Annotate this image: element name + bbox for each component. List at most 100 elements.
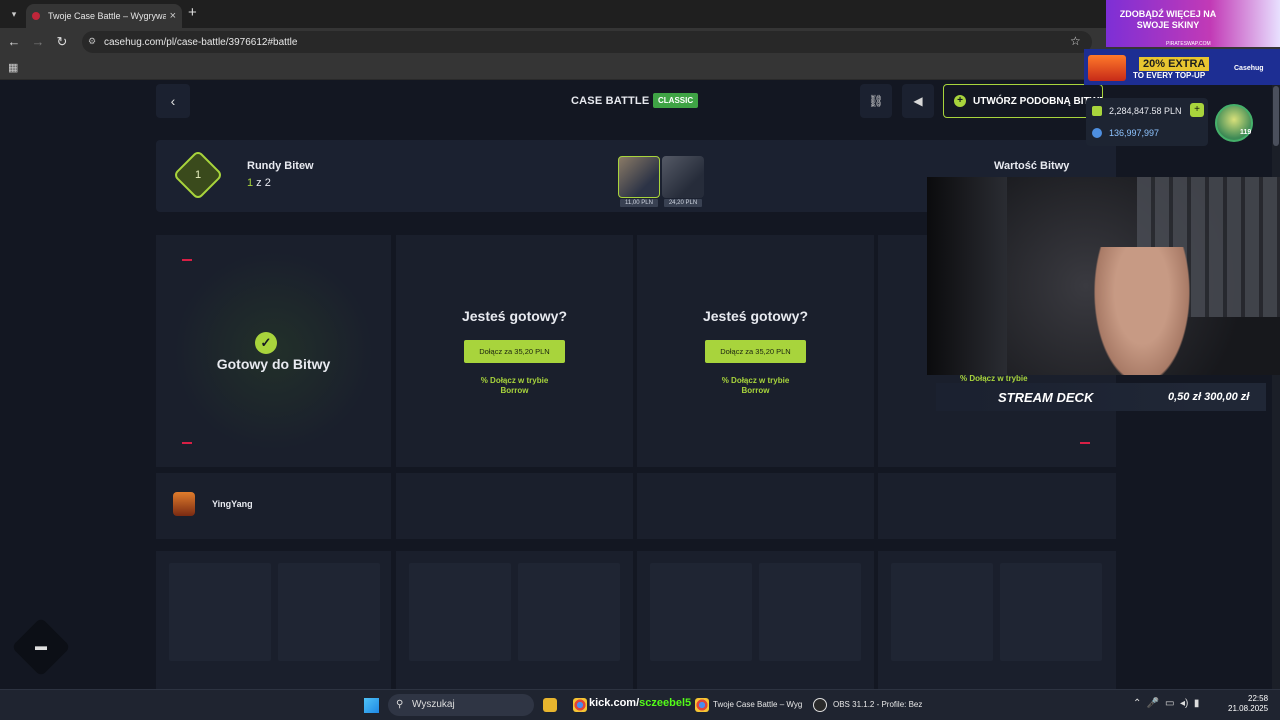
stream-deck-title: STREAM DECK xyxy=(998,390,1094,405)
coins-row: 136,997,997 xyxy=(1092,124,1204,142)
drops-column xyxy=(878,551,1116,689)
search-placeholder: Wyszukaj xyxy=(412,699,455,710)
site-info-icon[interactable]: ⚙ xyxy=(88,36,98,46)
borrow-line1: % Dołącz w trybie xyxy=(721,376,790,385)
stream-deck-bar: STREAM DECK 0,50 zł 300,00 zł xyxy=(936,383,1266,411)
balance-amount: 2,284,847.58 PLN xyxy=(1109,106,1182,116)
coins-amount: 136,997,997 xyxy=(1109,128,1160,138)
obs-window-title[interactable]: OBS 31.1.2 - Profile: Bez xyxy=(833,700,922,709)
obs-icon[interactable] xyxy=(813,698,827,712)
join-battle-button[interactable]: Dołącz za 35,20 PLN xyxy=(705,340,806,363)
link-icon: ⛓ xyxy=(868,94,884,108)
borrow-line2: Borrow xyxy=(741,386,770,395)
player-slot-open: Jesteś gotowy? Dołącz za 35,20 PLN % Doł… xyxy=(637,235,874,467)
drops-column xyxy=(637,551,874,689)
ad-topup: TO EVERY TOP-UP xyxy=(1133,71,1206,80)
create-similar-battle-button[interactable]: + UTWÓRZ PODOBNĄ BITWĘ xyxy=(943,84,1103,118)
reload-icon[interactable]: ↻ xyxy=(54,34,70,50)
red-marker xyxy=(182,442,192,444)
player-row: YingYang xyxy=(156,473,391,539)
browser-tab[interactable]: Twoje Case Battle – Wygrywaj × xyxy=(26,4,182,28)
ad-site: PIRATESWAP.COM xyxy=(1166,41,1211,47)
ad-case-image xyxy=(1088,55,1126,81)
url-text: casehug.com/pl/case-battle/3976612#battl… xyxy=(104,36,298,48)
page-title: CASE BATTLE xyxy=(571,95,650,107)
plus-icon: + xyxy=(954,95,966,107)
case-image[interactable] xyxy=(618,156,660,198)
player-avatar[interactable] xyxy=(173,492,195,516)
address-bar[interactable]: ⚙ casehug.com/pl/case-battle/3976612#bat… xyxy=(82,31,1092,53)
player-row xyxy=(396,473,633,539)
drops-column xyxy=(156,551,391,689)
kick-prefix: kick.com/ xyxy=(589,697,640,709)
chrome-window-title[interactable]: Twoje Case Battle – Wyg xyxy=(713,700,802,709)
borrow-peek: % Dołącz w trybie xyxy=(960,374,1028,383)
borrow-line2: Borrow xyxy=(500,386,529,395)
join-battle-button[interactable]: Dołącz za 35,20 PLN xyxy=(464,340,565,363)
back-arrow-icon[interactable]: ← xyxy=(6,34,22,49)
borrow-mode-link[interactable]: % Dołącz w trybie Borrow xyxy=(396,376,633,396)
clock-time: 22:58 xyxy=(1248,694,1269,703)
checkmark-icon: ✓ xyxy=(255,332,277,354)
ad-banner-bottom: 20% EXTRA TO EVERY TOP-UP Casehug xyxy=(1084,49,1280,85)
red-marker xyxy=(182,259,192,261)
stream-ad-overlay: ZDOBĄDŹ WIĘCEJ NA SWOJE SKINY PIRATESWAP… xyxy=(1084,0,1280,85)
borrow-mode-link[interactable]: % Dołącz w trybie Borrow xyxy=(637,376,874,396)
drop-slot xyxy=(278,563,380,661)
drop-slot xyxy=(169,563,271,661)
drop-slot xyxy=(891,563,993,661)
ready-question: Jesteś gotowy? xyxy=(702,308,809,324)
case-price: 11,00 PLN xyxy=(620,199,658,207)
user-avatar[interactable] xyxy=(1215,104,1253,142)
webcam-streamer xyxy=(1087,247,1197,375)
webcam-overlay xyxy=(927,177,1280,375)
borrow-line1: % Dołącz w trybie xyxy=(480,376,549,385)
bookmark-star-icon[interactable]: ☆ xyxy=(1070,34,1081,48)
drop-slot xyxy=(518,563,620,661)
apps-grid-icon[interactable]: ▦ xyxy=(8,61,18,74)
rounds-total: z 2 xyxy=(253,177,271,189)
tab-menu-icon[interactable]: ▾ xyxy=(6,6,22,22)
tab-title: Twoje Case Battle – Wygrywaj xyxy=(48,11,166,21)
favicon-icon xyxy=(32,12,40,20)
file-explorer-icon[interactable] xyxy=(543,698,557,712)
system-tray[interactable]: ⌃ 🎤 ▭ ◂) ▮ xyxy=(1133,698,1199,709)
player-name[interactable]: YingYang xyxy=(212,499,253,509)
mode-badge: CLASSIC xyxy=(653,93,699,108)
case-image[interactable] xyxy=(662,156,704,198)
chat-bubble-icon[interactable]: ▬ xyxy=(31,638,51,654)
sound-toggle-button[interactable]: ◀ xyxy=(902,84,934,118)
ready-question: Jesteś gotowy? xyxy=(461,308,568,324)
search-icon: ⚲ xyxy=(396,699,404,710)
drop-slot xyxy=(1000,563,1102,661)
page-scrollbar[interactable] xyxy=(1272,81,1280,689)
webcam-curtain xyxy=(927,177,1007,375)
taskbar-search[interactable]: ⚲ Wyszukaj xyxy=(388,694,534,716)
chrome-icon[interactable] xyxy=(573,698,587,712)
windows-start-icon[interactable] xyxy=(364,698,379,713)
drop-slot xyxy=(409,563,511,661)
tab-close-icon[interactable]: × xyxy=(170,10,176,22)
ad-extra: 20% EXTRA xyxy=(1139,57,1210,71)
red-marker xyxy=(1080,442,1090,444)
player-slot-ready: ✓ Gotowy do Bitwy xyxy=(156,235,391,467)
player-slot-open: Jesteś gotowy? Dołącz za 35,20 PLN % Doł… xyxy=(396,235,633,467)
ad-brand: Casehug xyxy=(1234,65,1264,72)
speaker-icon: ◀ xyxy=(913,94,923,108)
scrollbar-thumb[interactable] xyxy=(1273,86,1279,146)
share-link-button[interactable]: ⛓ xyxy=(860,84,892,118)
back-button[interactable]: ‹ xyxy=(156,84,190,118)
stream-deck-values: 0,50 zł 300,00 zł xyxy=(1168,391,1250,403)
clock[interactable]: 22:58 21.08.2025 xyxy=(1228,694,1268,714)
rounds-label: Rundy Bitew xyxy=(247,160,314,172)
balance-row: 2,284,847.58 PLN + xyxy=(1092,102,1204,120)
new-tab-icon[interactable]: + xyxy=(188,4,197,21)
drop-slot xyxy=(759,563,861,661)
rounds-progress: 1 z 2 xyxy=(247,177,271,189)
create-label: UTWÓRZ PODOBNĄ BITWĘ xyxy=(973,95,1103,107)
forward-arrow-icon[interactable]: → xyxy=(30,34,46,49)
deposit-plus-button[interactable]: + xyxy=(1190,103,1204,117)
coin-icon xyxy=(1092,128,1102,138)
round-number: 1 xyxy=(194,169,202,181)
chrome-window-icon[interactable] xyxy=(695,698,709,712)
